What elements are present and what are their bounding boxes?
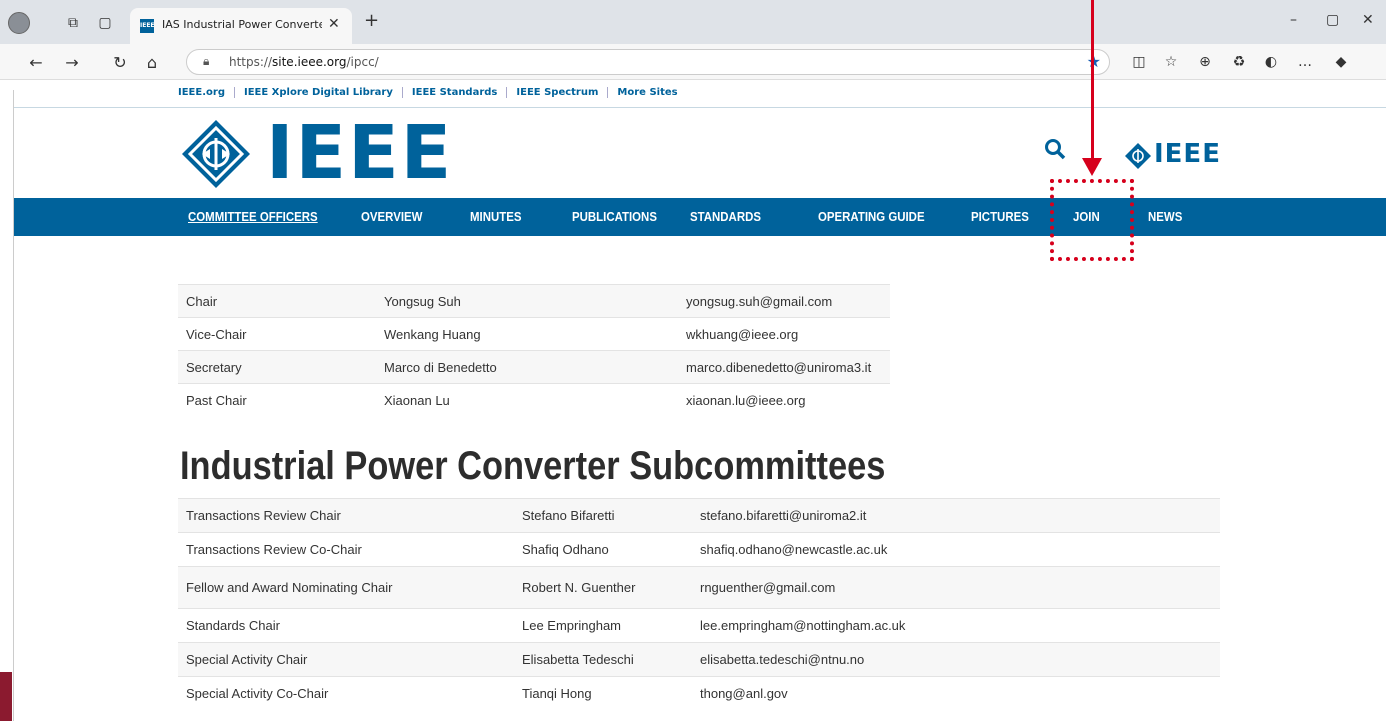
copilot-icon[interactable]: ◆ xyxy=(1332,54,1350,70)
sub-email[interactable]: rnguenther@gmail.com xyxy=(692,566,1220,609)
table-row: Past Chair Xiaonan Lu xiaonan.lu@ieee.or… xyxy=(178,383,890,417)
sub-email[interactable]: shafiq.odhano@newcastle.ac.uk xyxy=(692,532,1220,567)
sub-role: Transactions Review Chair xyxy=(178,498,514,533)
forward-icon[interactable]: → xyxy=(62,53,82,72)
top-link-ieee-org[interactable]: IEEE.org xyxy=(178,87,235,98)
main-nav-bar: COMMITTEE OFFICERS OVERVIEW MINUTES PUBL… xyxy=(14,198,1386,236)
officer-email[interactable]: marco.dibenedetto@uniroma3.it xyxy=(678,350,890,384)
more-icon[interactable]: … xyxy=(1296,54,1314,70)
edge-icon[interactable]: ◐ xyxy=(1262,54,1280,70)
officer-name: Yongsug Suh xyxy=(376,284,678,318)
sub-name: Elisabetta Tedeschi xyxy=(514,642,692,677)
new-tab-icon[interactable]: + xyxy=(364,10,379,31)
officer-role: Vice-Chair xyxy=(178,317,376,351)
sub-role: Fellow and Award Nominating Chair xyxy=(178,566,514,609)
table-row: Standards Chair Lee Empringham lee.empri… xyxy=(178,608,1220,643)
back-icon[interactable]: ← xyxy=(26,53,46,72)
ieee-logo[interactable]: IEEE xyxy=(178,110,468,196)
favorites-icon[interactable]: ☆ xyxy=(1162,54,1180,70)
table-row: Chair Yongsug Suh yongsug.suh@gmail.com xyxy=(178,284,890,318)
window-edge-decoration xyxy=(0,672,12,721)
minimize-icon[interactable]: – xyxy=(1290,12,1297,28)
nav-committee-officers[interactable]: COMMITTEE OFFICERS xyxy=(188,209,318,224)
officer-role: Chair xyxy=(178,284,376,318)
nav-operating-guide[interactable]: OPERATING GUIDE xyxy=(818,209,925,224)
sub-email[interactable]: lee.empringham@nottingham.ac.uk xyxy=(692,608,1220,643)
officer-name: Marco di Benedetto xyxy=(376,350,678,384)
browser-tab[interactable]: IEEE IAS Industrial Power Converters C ✕ xyxy=(130,8,352,44)
table-row: Special Activity Chair Elisabetta Tedesc… xyxy=(178,642,1220,677)
split-screen-icon[interactable]: ◫ xyxy=(1130,54,1148,70)
officers-table: Chair Yongsug Suh yongsug.suh@gmail.com … xyxy=(178,284,890,417)
officer-name: Wenkang Huang xyxy=(376,317,678,351)
workspaces-icon[interactable]: ⧉ xyxy=(64,14,82,32)
nav-publications[interactable]: PUBLICATIONS xyxy=(572,209,657,224)
table-row: Vice-Chair Wenkang Huang wkhuang@ieee.or… xyxy=(178,317,890,351)
top-link-spectrum[interactable]: IEEE Spectrum xyxy=(507,87,609,98)
refresh-icon[interactable]: ↻ xyxy=(110,53,130,72)
lock-icon: 🔒︎ xyxy=(203,54,210,68)
browser-tab-bar: ⧉ ▢ IEEE IAS Industrial Power Converters… xyxy=(0,0,1386,44)
sub-name: Lee Empringham xyxy=(514,608,692,643)
officer-email[interactable]: yongsug.suh@gmail.com xyxy=(678,284,890,318)
callout-arrow-line xyxy=(1091,0,1094,162)
tab-actions-icon[interactable]: ▢ xyxy=(96,14,114,32)
sub-role: Standards Chair xyxy=(178,608,514,643)
close-window-icon[interactable]: ✕ xyxy=(1362,12,1374,28)
sub-role: Special Activity Chair xyxy=(178,642,514,677)
tab-title: IAS Industrial Power Converters C xyxy=(162,18,322,31)
ieee-favicon-icon: IEEE xyxy=(140,19,155,33)
subcommittees-heading: Industrial Power Converter Subcommittees xyxy=(180,444,886,488)
table-row: Special Activity Co-Chair Tianqi Hong th… xyxy=(178,676,1220,711)
nav-news[interactable]: NEWS xyxy=(1148,209,1182,224)
ieee-diamond-icon xyxy=(182,120,250,188)
ieee-top-links: IEEE.org IEEE Xplore Digital Library IEE… xyxy=(178,87,687,98)
home-icon[interactable]: ⌂ xyxy=(142,53,162,72)
ieee-small-logo-text: IEEE xyxy=(1154,139,1221,169)
top-link-xplore[interactable]: IEEE Xplore Digital Library xyxy=(235,87,403,98)
sub-name: Stefano Bifaretti xyxy=(514,498,692,533)
table-row: Secretary Marco di Benedetto marco.diben… xyxy=(178,350,890,384)
callout-arrow-head xyxy=(1082,158,1102,176)
nav-minutes[interactable]: MINUTES xyxy=(470,209,521,224)
nav-overview[interactable]: OVERVIEW xyxy=(361,209,422,224)
sub-email[interactable]: stefano.bifaretti@uniroma2.it xyxy=(692,498,1220,533)
sub-name: Shafiq Odhano xyxy=(514,532,692,567)
left-panel-edge xyxy=(0,90,14,721)
url-text: https://site.ieee.org/ipcc/ xyxy=(229,55,379,69)
nav-standards[interactable]: STANDARDS xyxy=(690,209,761,224)
top-link-more-sites[interactable]: More Sites xyxy=(608,87,686,98)
search-icon[interactable] xyxy=(1044,138,1066,166)
web-page: IEEE.org IEEE Xplore Digital Library IEE… xyxy=(14,80,1386,721)
profile-avatar[interactable] xyxy=(8,12,30,34)
maximize-icon[interactable]: ▢ xyxy=(1326,12,1339,28)
table-row: Transactions Review Chair Stefano Bifare… xyxy=(178,498,1220,533)
subcommittees-table: Transactions Review Chair Stefano Bifare… xyxy=(178,498,1220,711)
sub-role: Special Activity Co-Chair xyxy=(178,676,514,711)
table-row: Fellow and Award Nominating Chair Robert… xyxy=(178,566,1220,609)
sub-role: Transactions Review Co-Chair xyxy=(178,532,514,567)
officer-role: Past Chair xyxy=(178,383,376,417)
address-bar-row: ← → ↻ ⌂ 🔒︎ https://site.ieee.org/ipcc/ ★… xyxy=(0,44,1386,80)
callout-highlight-box xyxy=(1050,179,1134,261)
extension-icon[interactable]: ♻ xyxy=(1230,54,1248,70)
sub-email[interactable]: elisabetta.tedeschi@ntnu.no xyxy=(692,642,1220,677)
table-row: Transactions Review Co-Chair Shafiq Odha… xyxy=(178,532,1220,567)
sub-name: Tianqi Hong xyxy=(514,676,692,711)
officer-email[interactable]: wkhuang@ieee.org xyxy=(678,317,890,351)
close-tab-icon[interactable]: ✕ xyxy=(328,16,340,32)
ieee-small-diamond-icon xyxy=(1125,143,1151,169)
url-input[interactable]: 🔒︎ https://site.ieee.org/ipcc/ ★ xyxy=(186,49,1110,75)
sub-name: Robert N. Guenther xyxy=(514,566,692,609)
collections-icon[interactable]: ⊕ xyxy=(1196,54,1214,70)
sub-email[interactable]: thong@anl.gov xyxy=(692,676,1220,711)
top-link-standards[interactable]: IEEE Standards xyxy=(403,87,508,98)
officer-role: Secretary xyxy=(178,350,376,384)
officer-name: Xiaonan Lu xyxy=(376,383,678,417)
nav-pictures[interactable]: PICTURES xyxy=(971,209,1029,224)
officer-email[interactable]: xiaonan.lu@ieee.org xyxy=(678,383,890,417)
ieee-logo-text: IEEE xyxy=(266,110,454,196)
ieee-top-strip: IEEE.org IEEE Xplore Digital Library IEE… xyxy=(14,80,1386,108)
ieee-small-logo[interactable]: IEEE xyxy=(1124,139,1244,170)
